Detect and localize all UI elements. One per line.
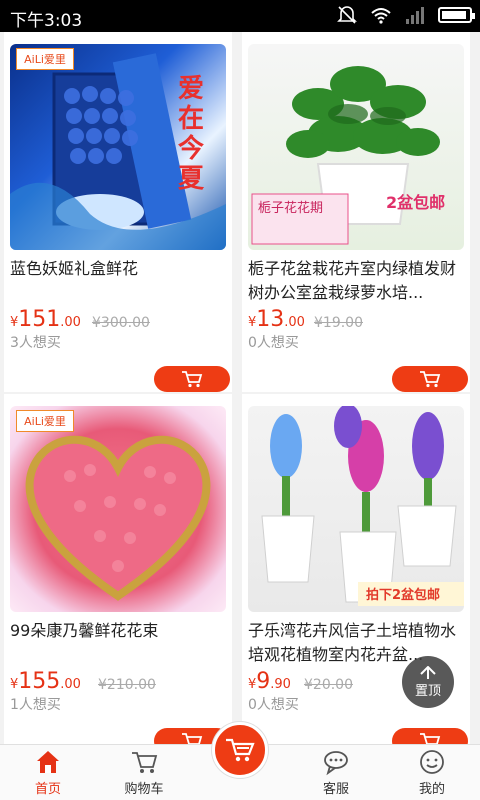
tab-cart[interactable]: 购物车 — [96, 745, 192, 800]
wants-count: 1人想买 — [10, 697, 61, 713]
price-integer: 13 — [256, 307, 285, 332]
tab-label: 购物车 — [124, 782, 164, 797]
product-image-art — [25, 435, 211, 601]
product-price: ¥151.00 — [10, 307, 81, 332]
cart-icon — [420, 733, 441, 744]
original-price: ¥300.00 — [92, 315, 150, 331]
arrow-up-icon — [420, 665, 436, 679]
price-integer: 155 — [18, 669, 61, 694]
brand-badge: AiLi爱里 — [16, 410, 74, 432]
product-title[interactable]: 栀子花盆栽花卉室内绿植发财树办公室盆栽绿萝水培... — [248, 257, 464, 305]
promo-text: 栀子花花期 — [258, 200, 323, 216]
promo-text: 爱在今夏 — [178, 74, 205, 194]
wants-count: 0人想买 — [248, 697, 299, 713]
promo-text: 拍下2盆包邮 — [366, 587, 440, 603]
price-integer: 151 — [18, 307, 61, 332]
add-to-cart-button[interactable] — [392, 728, 468, 744]
cart-icon — [420, 371, 441, 388]
tab-home[interactable]: 首页 — [0, 745, 96, 800]
tab-service[interactable]: 客服 — [288, 745, 384, 800]
price-decimal: .00 — [60, 677, 81, 692]
product-price: ¥9.90 — [248, 669, 291, 694]
product-card[interactable]: 栀子花花期 2盆包邮 栀子花盆栽花卉室内绿植发财树办公室盆栽绿萝水培... ¥1… — [242, 32, 470, 392]
back-to-top-label: 置顶 — [414, 683, 441, 699]
wants-count: 3人想买 — [10, 335, 61, 351]
product-image[interactable]: AiLi爱里 — [10, 406, 226, 612]
back-to-top-button[interactable]: 置顶 — [402, 656, 454, 708]
add-to-cart-button[interactable] — [154, 366, 230, 392]
chat-icon — [324, 751, 348, 776]
tab-label: 首页 — [34, 782, 61, 797]
cart-icon — [132, 752, 158, 773]
home-icon — [37, 751, 59, 773]
price-integer: 9 — [256, 669, 271, 694]
tab-label: 我的 — [418, 782, 445, 797]
cart-icon — [182, 733, 203, 744]
product-image[interactable]: 拍下2盆包邮 — [248, 406, 464, 612]
mute-icon — [337, 6, 357, 24]
cart-icon — [182, 371, 203, 388]
tab-label: 客服 — [322, 782, 349, 797]
promo-text: 2盆包邮 — [386, 193, 445, 212]
product-title[interactable]: 99朵康乃馨鲜花花束 — [10, 619, 226, 643]
battery-icon — [438, 7, 475, 23]
tab-profile[interactable]: 我的 — [384, 745, 480, 800]
product-image-art: 栀子花花期 2盆包邮 — [251, 66, 445, 245]
price-decimal: .00 — [60, 315, 81, 330]
brand-badge: AiLi爱里 — [16, 48, 74, 70]
status-icons — [336, 5, 475, 25]
product-card[interactable]: AiLi爱里 爱在今夏 蓝色妖姬礼盒鲜花 ¥151.00 ¥300.00 3人想… — [4, 32, 232, 392]
original-price: ¥19.00 — [314, 315, 363, 331]
product-card[interactable]: AiLi爱里 99朵康乃馨鲜花花束 ¥155.00 ¥210.00 1人想买 — [4, 394, 232, 744]
product-price: ¥155.00 — [10, 669, 81, 694]
wants-count: 0人想买 — [248, 335, 299, 351]
profile-icon — [420, 750, 444, 774]
price-decimal: .90 — [270, 677, 291, 692]
original-price: ¥20.00 — [304, 677, 353, 693]
cart-icon — [226, 738, 255, 762]
center-cart-button[interactable] — [212, 722, 268, 778]
status-bar: 下午3:03 — [0, 0, 480, 32]
product-image[interactable]: 栀子花花期 2盆包邮 — [248, 44, 464, 250]
product-title[interactable]: 蓝色妖姬礼盒鲜花 — [10, 257, 226, 281]
product-price: ¥13.00 — [248, 307, 305, 332]
price-decimal: .00 — [284, 315, 305, 330]
status-time: 下午3:03 — [10, 11, 83, 31]
original-price: ¥210.00 — [98, 677, 156, 693]
signal-icon — [406, 7, 424, 24]
product-image-art: 拍下2盆包邮 — [261, 406, 464, 606]
add-to-cart-button[interactable] — [392, 366, 468, 392]
product-grid: AiLi爱里 爱在今夏 蓝色妖姬礼盒鲜花 ¥151.00 ¥300.00 3人想… — [0, 32, 480, 744]
wifi-icon — [371, 8, 391, 24]
product-image[interactable]: AiLi爱里 爱在今夏 — [10, 44, 226, 250]
